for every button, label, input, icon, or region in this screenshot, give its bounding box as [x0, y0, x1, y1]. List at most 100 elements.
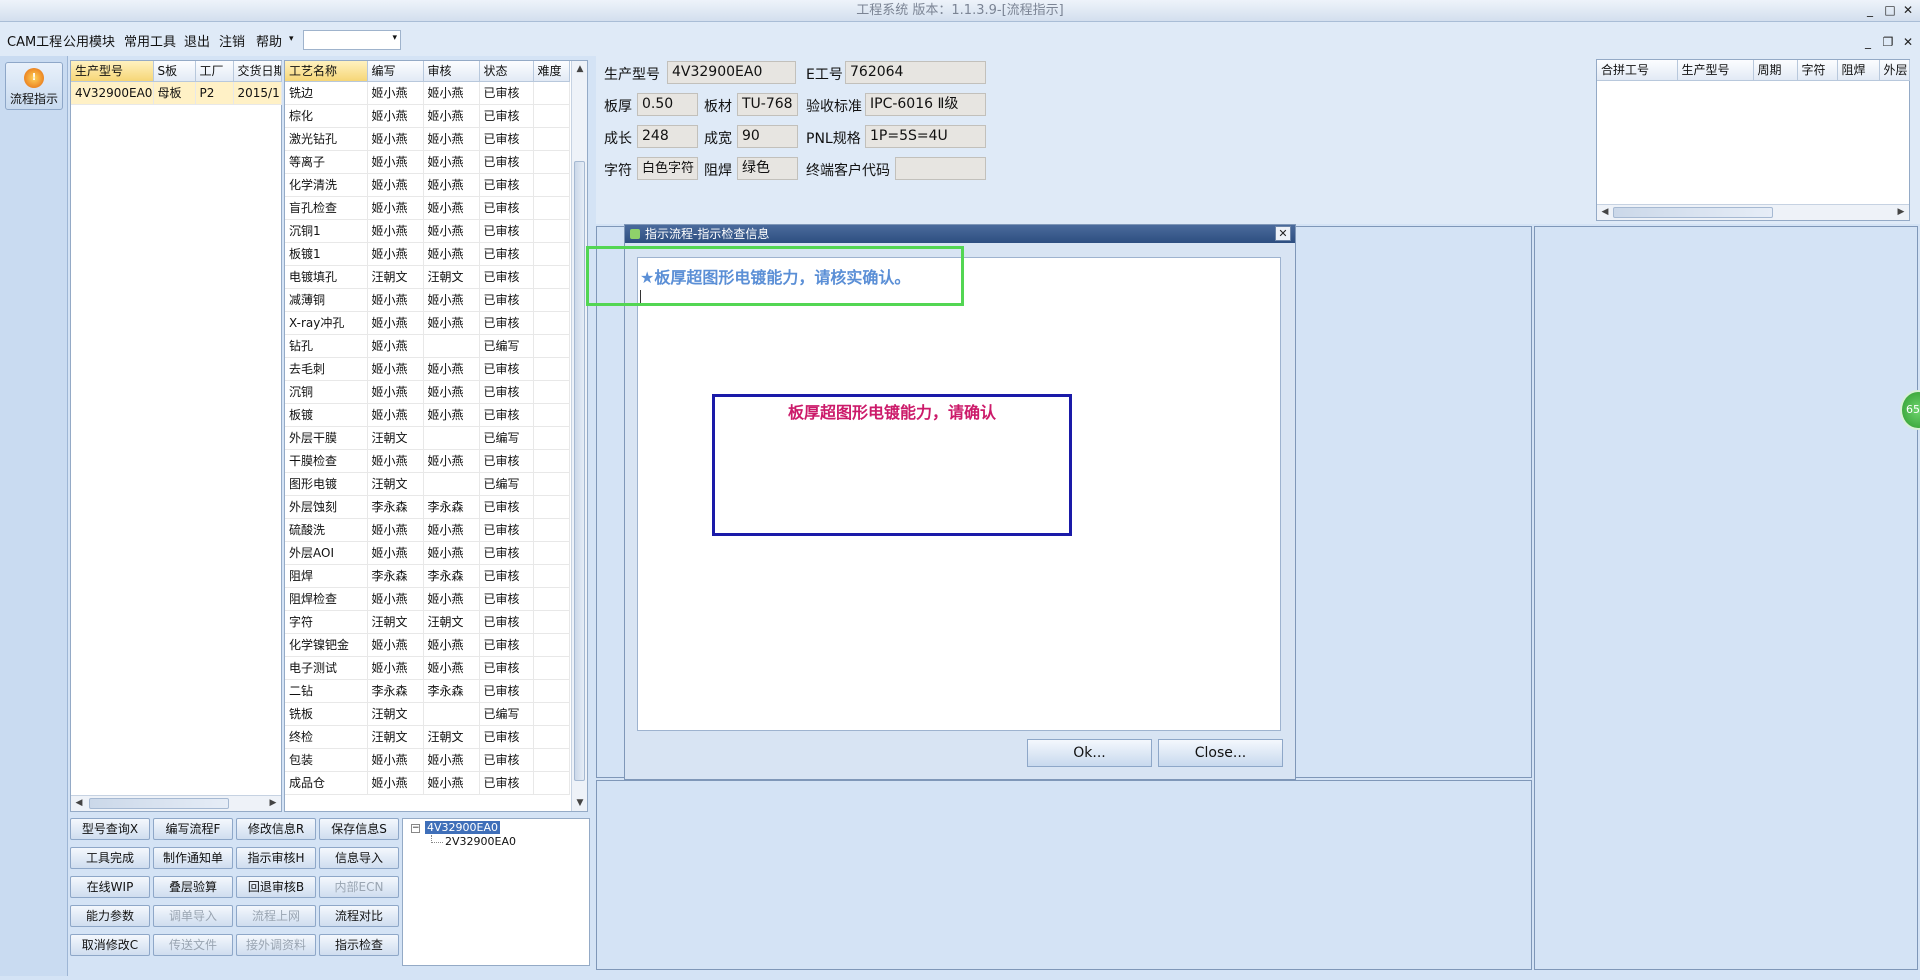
- process-row[interactable]: 化学清洗 姬小燕 姬小燕 已审核: [285, 173, 570, 197]
- function-button[interactable]: 型号查询X: [70, 818, 150, 840]
- process-row[interactable]: 板镀 姬小燕 姬小燕 已审核: [285, 403, 570, 427]
- function-button[interactable]: 工具完成: [70, 847, 150, 869]
- function-button[interactable]: 传送文件: [153, 934, 233, 956]
- solder-mask-field[interactable]: 绿色: [737, 157, 798, 180]
- process-row[interactable]: 电镀填孔 汪朝文 汪朝文 已审核: [285, 265, 570, 289]
- tree-child-node[interactable]: 2V32900EA0: [445, 835, 516, 848]
- minimize-icon[interactable]: _: [1862, 2, 1878, 18]
- order-col-header[interactable]: 交货日期: [233, 61, 282, 82]
- flow-indication-button[interactable]: ! 流程指示: [5, 62, 63, 110]
- mdi-restore-icon[interactable]: ❐: [1880, 34, 1896, 50]
- merge-col-header[interactable]: 生产型号: [1677, 60, 1754, 81]
- process-row[interactable]: X-ray冲孔 姬小燕 姬小燕 已审核: [285, 311, 570, 335]
- menu-cam[interactable]: CAM工程: [7, 31, 62, 50]
- menu-common-tools[interactable]: 常用工具: [124, 31, 176, 50]
- order-col-header[interactable]: S板: [153, 61, 196, 82]
- maximize-icon[interactable]: □: [1882, 2, 1898, 18]
- process-row[interactable]: 沉铜1 姬小燕 姬小燕 已审核: [285, 219, 570, 243]
- mdi-close-icon[interactable]: ✕: [1900, 34, 1916, 50]
- process-row[interactable]: 硫酸洗 姬小燕 姬小燕 已审核: [285, 518, 570, 542]
- scroll-right-icon[interactable]: ▶: [266, 796, 280, 810]
- process-row[interactable]: 外层AOI 姬小燕 姬小燕 已审核: [285, 541, 570, 565]
- process-row[interactable]: 铣板 汪朝文 已编写: [285, 702, 570, 726]
- order-col-header[interactable]: 工厂: [195, 61, 234, 82]
- process-row[interactable]: 激光钻孔 姬小燕 姬小燕 已审核: [285, 127, 570, 151]
- merge-scroll-right-icon[interactable]: ▶: [1894, 205, 1908, 219]
- tree-collapse-icon[interactable]: −: [411, 824, 420, 833]
- function-button[interactable]: 在线WIP: [70, 876, 150, 898]
- dialog-message-area[interactable]: ★板厚超图形电镀能力，请核实确认。 板厚超图形电镀能力，请确认: [637, 257, 1281, 731]
- eno-field[interactable]: 762064: [845, 61, 986, 84]
- order-hscroll-thumb[interactable]: [89, 798, 229, 809]
- process-vscroll-thumb[interactable]: [574, 161, 585, 781]
- process-row[interactable]: 终检 汪朝文 汪朝文 已审核: [285, 725, 570, 749]
- character-field[interactable]: 白色字符: [637, 157, 698, 180]
- function-button[interactable]: 接外调资料: [236, 934, 316, 956]
- process-row[interactable]: 棕化 姬小燕 姬小燕 已审核: [285, 104, 570, 128]
- menu-exit[interactable]: 退出: [184, 31, 210, 50]
- process-col-header[interactable]: 工艺名称: [285, 61, 368, 82]
- merge-scroll-left-icon[interactable]: ◀: [1598, 205, 1612, 219]
- tree-root-node[interactable]: 4V32900EA0: [425, 821, 500, 834]
- process-row[interactable]: 盲孔检查 姬小燕 姬小燕 已审核: [285, 196, 570, 220]
- merge-col-header[interactable]: 字符: [1797, 60, 1838, 81]
- length-field[interactable]: 248: [637, 125, 698, 148]
- thickness-field[interactable]: 0.50: [637, 93, 698, 116]
- close-button[interactable]: Close...: [1158, 739, 1283, 767]
- merge-col-header[interactable]: 合拼工号: [1597, 60, 1678, 81]
- process-row[interactable]: 板镀1 姬小燕 姬小燕 已审核: [285, 242, 570, 266]
- function-button[interactable]: 指示检查: [319, 934, 399, 956]
- function-button[interactable]: 流程对比: [319, 905, 399, 927]
- order-hscrollbar[interactable]: ◀ ▶: [71, 795, 281, 811]
- process-row[interactable]: 电子测试 姬小燕 姬小燕 已审核: [285, 656, 570, 680]
- process-row[interactable]: 等离子 姬小燕 姬小燕 已审核: [285, 150, 570, 174]
- process-row[interactable]: 减薄铜 姬小燕 姬小燕 已审核: [285, 288, 570, 312]
- process-col-header[interactable]: 难度: [533, 61, 570, 82]
- function-button[interactable]: 内部ECN: [319, 876, 399, 898]
- merge-col-header[interactable]: 阻焊: [1837, 60, 1880, 81]
- process-row[interactable]: 包装 姬小燕 姬小燕 已审核: [285, 748, 570, 772]
- function-button[interactable]: 信息导入: [319, 847, 399, 869]
- scroll-down-icon[interactable]: ▼: [573, 796, 587, 810]
- menu-logout[interactable]: 注销: [219, 31, 245, 50]
- function-button[interactable]: 保存信息S: [319, 818, 399, 840]
- model-field[interactable]: 4V32900EA0: [667, 61, 796, 84]
- dropdown-arrow-icon[interactable]: ▾: [289, 34, 294, 44]
- process-row[interactable]: 去毛刺 姬小燕 姬小燕 已审核: [285, 357, 570, 381]
- process-row[interactable]: 二钻 李永森 李永森 已审核: [285, 679, 570, 703]
- function-button[interactable]: 叠层验算: [153, 876, 233, 898]
- menu-help[interactable]: 帮助: [256, 31, 282, 50]
- customer-code-field[interactable]: [895, 157, 986, 180]
- process-vscrollbar[interactable]: ▲ ▼: [571, 61, 587, 811]
- process-row[interactable]: 字符 汪朝文 汪朝文 已审核: [285, 610, 570, 634]
- width-field[interactable]: 90: [737, 125, 798, 148]
- process-row[interactable]: 干膜检查 姬小燕 姬小燕 已审核: [285, 449, 570, 473]
- merge-hscroll-thumb[interactable]: [1613, 207, 1773, 218]
- process-col-header[interactable]: 审核: [423, 61, 480, 82]
- order-row[interactable]: 4V32900EA0 母板 P2 2015/1: [71, 81, 282, 105]
- function-button[interactable]: 编写流程F: [153, 818, 233, 840]
- function-button[interactable]: 回退审核B: [236, 876, 316, 898]
- material-field[interactable]: TU-768: [737, 93, 798, 116]
- process-col-header[interactable]: 状态: [479, 61, 534, 82]
- process-row[interactable]: 外层干膜 汪朝文 已编写: [285, 426, 570, 450]
- process-row[interactable]: 成品仓 姬小燕 姬小燕 已审核: [285, 771, 570, 795]
- function-button[interactable]: 能力参数: [70, 905, 150, 927]
- scroll-up-icon[interactable]: ▲: [573, 62, 587, 76]
- standard-field[interactable]: IPC-6016 Ⅱ级: [865, 93, 986, 116]
- pnl-field[interactable]: 1P=5S=4U: [865, 125, 986, 148]
- function-button[interactable]: 指示审核H: [236, 847, 316, 869]
- function-button[interactable]: 流程上网: [236, 905, 316, 927]
- process-row[interactable]: 化学镍钯金 姬小燕 姬小燕 已审核: [285, 633, 570, 657]
- order-col-header[interactable]: 生产型号: [71, 61, 154, 82]
- process-col-header[interactable]: 编写: [367, 61, 424, 82]
- scroll-left-icon[interactable]: ◀: [72, 796, 86, 810]
- process-row[interactable]: 沉铜 姬小燕 姬小燕 已审核: [285, 380, 570, 404]
- menu-combo-box[interactable]: ▾: [303, 30, 401, 50]
- merge-hscrollbar[interactable]: ◀ ▶: [1597, 204, 1909, 220]
- ok-button[interactable]: Ok...: [1027, 739, 1152, 767]
- process-row[interactable]: 铣边 姬小燕 姬小燕 已审核: [285, 81, 570, 105]
- merge-col-header[interactable]: 外层: [1879, 60, 1910, 81]
- function-button[interactable]: 调单导入: [153, 905, 233, 927]
- combo-arrow-icon[interactable]: ▾: [392, 33, 397, 43]
